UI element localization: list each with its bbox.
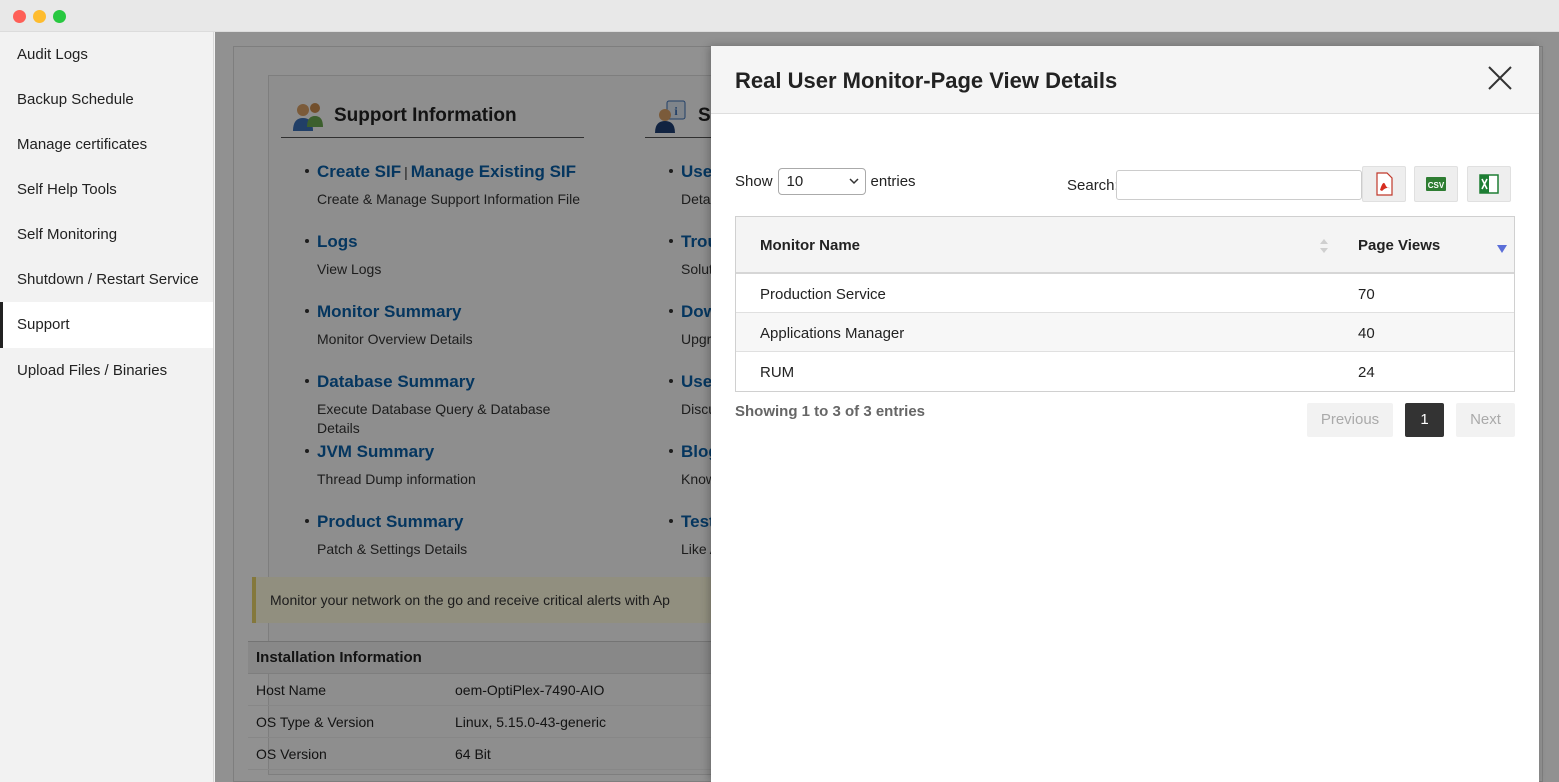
sidebar-item-manage-certificates[interactable]: Manage certificates — [0, 122, 213, 167]
sort-desc-icon[interactable] — [1496, 244, 1508, 254]
table-row: RUM 24 — [760, 364, 1375, 381]
table-row: Production Service 70 — [736, 274, 1514, 313]
table-row: Applications Manager 40 — [736, 313, 1514, 352]
table-header: Monitor Name Page Views — [736, 217, 1514, 274]
sidebar-item-shutdown-restart[interactable]: Shutdown / Restart Service — [0, 257, 213, 302]
minimize-window-button[interactable] — [33, 10, 46, 23]
sidebar-item-self-monitoring[interactable]: Self Monitoring — [0, 212, 213, 257]
csv-icon: CSV — [1426, 177, 1446, 191]
modal-header: Real User Monitor-Page View Details — [711, 46, 1539, 114]
sort-both-icon[interactable] — [1319, 237, 1329, 255]
search-label: Search: — [1067, 177, 1119, 194]
modal-title: Real User Monitor-Page View Details — [735, 68, 1118, 93]
export-excel-button[interactable] — [1467, 166, 1511, 202]
close-icon[interactable] — [1484, 62, 1516, 94]
column-header-monitor-name[interactable]: Monitor Name — [760, 237, 860, 254]
close-window-button[interactable] — [13, 10, 26, 23]
next-page-button[interactable]: Next — [1456, 403, 1515, 437]
search-input[interactable] — [1116, 170, 1362, 200]
zoom-window-button[interactable] — [53, 10, 66, 23]
chevron-down-icon — [849, 178, 859, 185]
excel-icon — [1479, 174, 1499, 194]
page-1-button[interactable]: 1 — [1405, 403, 1444, 437]
window-titlebar — [0, 0, 1559, 32]
page-views-table: Monitor Name Page Views Production Servi… — [735, 216, 1515, 392]
sidebar-item-audit-logs[interactable]: Audit Logs — [0, 32, 213, 77]
entries-select[interactable]: 10 — [777, 168, 866, 195]
export-csv-button[interactable]: CSV — [1414, 166, 1458, 202]
sidebar-item-backup-schedule[interactable]: Backup Schedule — [0, 77, 213, 122]
previous-page-button[interactable]: Previous — [1307, 403, 1393, 437]
entries-length-control: Show 10 entries — [735, 168, 916, 195]
page-view-details-modal: Real User Monitor-Page View Details Show… — [711, 46, 1539, 782]
export-pdf-button[interactable] — [1362, 166, 1406, 202]
sidebar-item-support[interactable]: Support — [0, 302, 213, 348]
table-info: Showing 1 to 3 of 3 entries — [735, 403, 926, 420]
svg-text:CSV: CSV — [1428, 181, 1445, 190]
column-header-page-views[interactable]: Page Views — [1358, 237, 1440, 254]
sidebar-item-upload-files[interactable]: Upload Files / Binaries — [0, 348, 213, 393]
sidebar-item-self-help-tools[interactable]: Self Help Tools — [0, 167, 213, 212]
sidebar: Audit Logs Backup Schedule Manage certif… — [0, 32, 214, 782]
pdf-icon — [1376, 172, 1393, 196]
